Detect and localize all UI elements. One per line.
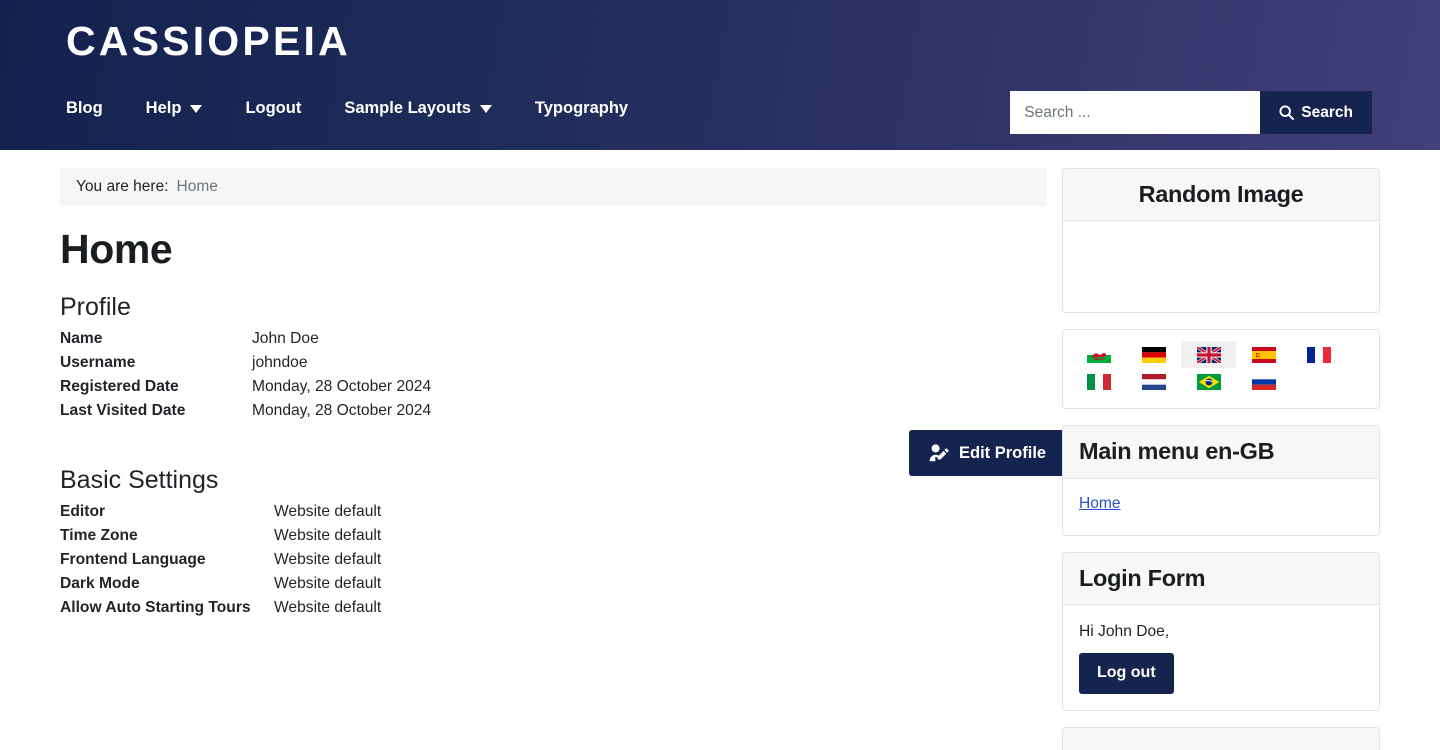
module-title-random-image: Random Image (1138, 181, 1304, 207)
flag-grid (1071, 341, 1371, 395)
profile-value-username: johndoe (252, 354, 308, 372)
nav-item-blog[interactable]: Blog (66, 99, 126, 118)
setting-value-dark-mode: Website default (274, 575, 382, 593)
wales-flag-icon (1086, 346, 1111, 363)
language-option-wales[interactable] (1071, 341, 1126, 368)
nav-item-label: Logout (245, 99, 302, 117)
edit-profile-label: Edit Profile (959, 443, 1047, 462)
nav-item-label: Help (145, 99, 182, 117)
profile-value-registered-date: Monday, 28 October 2024 (252, 378, 432, 396)
profile-section-heading: Profile (60, 292, 131, 321)
table-row: Last Visited Date Monday, 28 October 202… (60, 399, 431, 423)
search-button-label: Search (1301, 103, 1353, 121)
main-menu-body: Home (1063, 479, 1379, 535)
table-row: Dark Mode Website default (60, 572, 381, 596)
profile-label-registered-date: Registered Date (60, 378, 179, 396)
module-login-form: Login Form Hi John Doe, Log out (1062, 551, 1380, 711)
module-header (1063, 727, 1379, 750)
module-header: Login Form (1063, 552, 1379, 606)
table-row: Name John Doe (60, 327, 431, 351)
nav-item-label: Sample Layouts (344, 99, 471, 117)
setting-value-allow-auto-starting-tours: Website default (274, 599, 382, 617)
search-input[interactable] (1010, 91, 1261, 134)
module-language-switcher (1062, 329, 1380, 410)
module-main-menu: Main menu en-GB Home (1062, 425, 1380, 536)
language-option-portuguese-brazil[interactable] (1181, 368, 1236, 395)
language-option-german[interactable] (1126, 341, 1181, 368)
language-option-italian[interactable] (1071, 368, 1126, 395)
site-header: CASSIOPEIA Blog Help Logout Sample Layou… (0, 0, 1440, 150)
table-row: Username johndoe (60, 351, 431, 375)
page-title: Home (60, 226, 173, 272)
login-form-body: Hi John Doe, Log out (1063, 605, 1379, 710)
setting-value-editor: Website default (274, 503, 382, 521)
user-edit-icon (929, 444, 950, 462)
profile-label-username: Username (60, 354, 136, 372)
russia-flag-icon (1251, 373, 1276, 390)
nav-item-logout[interactable]: Logout (245, 99, 324, 118)
profile-table: Name John Doe Username johndoe Registere… (60, 327, 431, 423)
setting-label-dark-mode: Dark Mode (60, 575, 140, 593)
table-row: Editor Website default (60, 500, 381, 524)
breadcrumb-item-home[interactable]: Home (177, 178, 218, 196)
breadcrumb-label: You are here: (76, 178, 169, 195)
spain-flag-icon (1251, 346, 1276, 363)
profile-value-name: John Doe (252, 330, 319, 348)
brazil-flag-icon (1196, 373, 1221, 390)
primary-navigation: Blog Help Logout Sample Layouts Typograp… (66, 99, 651, 118)
nav-item-sample-layouts[interactable]: Sample Layouts (344, 99, 515, 118)
logout-button[interactable]: Log out (1079, 652, 1174, 694)
module-header: Random Image (1063, 169, 1379, 222)
france-flag-icon (1306, 346, 1331, 363)
netherlands-flag-icon (1141, 373, 1166, 390)
language-option-dutch[interactable] (1126, 368, 1181, 395)
united-kingdom-flag-icon (1196, 346, 1221, 363)
module-next-partial (1062, 726, 1380, 750)
profile-label-name: Name (60, 330, 103, 348)
page-body: You are here: Home Home Profile Name Joh… (0, 150, 1440, 750)
profile-label-last-visited-date: Last Visited Date (60, 402, 186, 420)
basic-settings-heading: Basic Settings (60, 466, 219, 495)
module-header: Main menu en-GB (1063, 426, 1379, 479)
nav-item-typography[interactable]: Typography (535, 99, 651, 118)
germany-flag-icon (1141, 346, 1166, 363)
setting-label-time-zone: Time Zone (60, 527, 138, 545)
table-row: Time Zone Website default (60, 524, 381, 548)
setting-value-time-zone: Website default (274, 527, 382, 545)
header-inner: CASSIOPEIA Blog Help Logout Sample Layou… (0, 0, 1440, 150)
random-image-body (1063, 221, 1379, 312)
search-submit-button[interactable]: Search (1260, 91, 1372, 134)
edit-profile-button[interactable]: Edit Profile (909, 430, 1067, 476)
search-icon (1279, 105, 1295, 120)
setting-label-frontend-language: Frontend Language (60, 551, 206, 569)
language-option-russian[interactable] (1236, 368, 1291, 395)
sidebar-column: Random Image Main menu en-GB Home Login … (1062, 168, 1380, 750)
table-row: Registered Date Monday, 28 October 2024 (60, 375, 431, 399)
italy-flag-icon (1086, 373, 1111, 390)
header-search: Search (1010, 91, 1372, 134)
language-option-spanish[interactable] (1236, 341, 1291, 368)
setting-label-editor: Editor (60, 503, 106, 521)
module-title-login-form: Login Form (1079, 564, 1206, 591)
setting-label-allow-auto-starting-tours: Allow Auto Starting Tours (60, 599, 251, 617)
breadcrumb: You are here: Home (60, 168, 1047, 206)
main-content-column: You are here: Home Home Profile Name Joh… (60, 168, 1067, 620)
nav-item-label: Blog (66, 99, 103, 117)
module-title-main-menu: Main menu en-GB (1079, 438, 1275, 465)
setting-value-frontend-language: Website default (274, 551, 382, 569)
chevron-down-icon (190, 104, 203, 113)
login-greeting: Hi John Doe, (1079, 623, 1170, 641)
chevron-down-icon (479, 104, 492, 113)
basic-settings-table: Editor Website default Time Zone Website… (60, 500, 381, 620)
table-row: Allow Auto Starting Tours Website defaul… (60, 596, 381, 620)
sidebar-menu-item-home[interactable]: Home (1079, 495, 1121, 513)
profile-value-last-visited-date: Monday, 28 October 2024 (252, 402, 432, 420)
module-random-image: Random Image (1062, 168, 1380, 314)
nav-item-label: Typography (534, 99, 629, 117)
language-option-english-uk[interactable] (1181, 341, 1236, 369)
language-option-french[interactable] (1291, 341, 1346, 368)
table-row: Frontend Language Website default (60, 548, 381, 572)
site-brand-logo[interactable]: CASSIOPEIA (66, 18, 351, 64)
nav-item-help[interactable]: Help (146, 99, 226, 118)
